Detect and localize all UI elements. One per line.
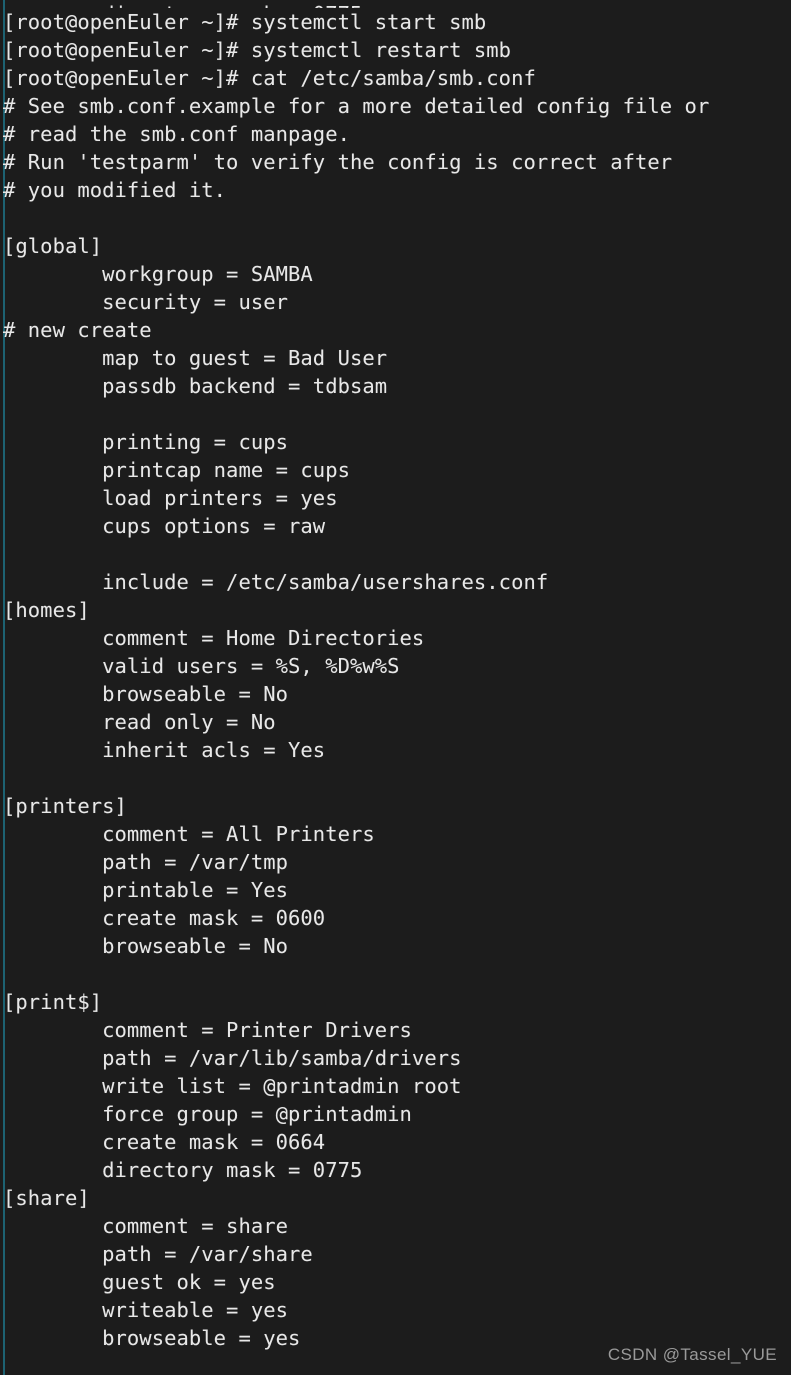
terminal-window[interactable]: directory mask = 0775 [root@openEuler ~]#… bbox=[0, 0, 791, 1375]
terminal-line-global-workgroup: workgroup = SAMBA bbox=[3, 262, 313, 286]
terminal-line-homes-browseable: browseable = No bbox=[3, 682, 289, 706]
terminal-line-share-path: path = /var/share bbox=[3, 1242, 313, 1266]
terminal-line-homes-inheritacls: inherit acls = Yes bbox=[3, 738, 326, 762]
terminal-line-global-security: security = user bbox=[3, 290, 289, 314]
terminal-line-global-include: include = /etc/samba/usershares.conf bbox=[3, 570, 549, 594]
terminal-line-cmd-cat-smbconf: [root@openEuler ~]# cat /etc/samba/smb.c… bbox=[3, 66, 536, 90]
terminal-line-blank-5 bbox=[0, 960, 791, 988]
terminal-line-print-path: path = /var/lib/samba/drivers bbox=[3, 1046, 462, 1070]
terminal-line-homes-comment: comment = Home Directories bbox=[3, 626, 425, 650]
terminal-line-printers-cmask: create mask = 0600 bbox=[3, 906, 326, 930]
terminal-line-global-printcap: printcap name = cups bbox=[3, 458, 350, 482]
terminal-line-printers-path: path = /var/tmp bbox=[3, 850, 289, 874]
terminal-line-share-writeable: writeable = yes bbox=[3, 1298, 289, 1322]
terminal-line-comment-new-create: # new create bbox=[3, 318, 152, 342]
terminal-line-comment-read: # read the smb.conf manpage. bbox=[3, 122, 350, 146]
terminal-line-print-writelist: write list = @printadmin root bbox=[3, 1074, 462, 1098]
csdn-watermark: CSDN @Tassel_YUE bbox=[607, 1345, 777, 1364]
terminal-line-printers-printable: printable = Yes bbox=[3, 878, 289, 902]
terminal-line-printers-comment: comment = All Printers bbox=[3, 822, 375, 846]
terminal-line-section-global: [global] bbox=[3, 234, 103, 258]
terminal-line-share-guestok: guest ok = yes bbox=[3, 1270, 276, 1294]
terminal-line-global-passdb: passdb backend = tdbsam bbox=[3, 374, 388, 398]
terminal-line-print-cmask: create mask = 0664 bbox=[3, 1130, 326, 1154]
terminal-line-print-comment: comment = Printer Drivers bbox=[3, 1018, 412, 1042]
terminal-scrollback[interactable]: directory mask = 0775 [root@openEuler ~]#… bbox=[0, 0, 791, 1352]
terminal-line-blank-1 bbox=[0, 204, 791, 232]
terminal-line-blank-3 bbox=[0, 540, 791, 568]
terminal-line-print-dmask: directory mask = 0775 bbox=[3, 1158, 363, 1182]
terminal-line-homes-validusers: valid users = %S, %D%w%S bbox=[3, 654, 400, 678]
terminal-line-printers-browseable: browseable = No bbox=[3, 934, 289, 958]
terminal-line-section-homes: [homes] bbox=[3, 598, 90, 622]
terminal-line-global-map-guest: map to guest = Bad User bbox=[3, 346, 388, 370]
terminal-line-homes-readonly: read only = No bbox=[3, 710, 276, 734]
terminal-line-share-comment: comment = share bbox=[3, 1214, 289, 1238]
terminal-line-comment-run: # Run 'testparm' to verify the config is… bbox=[3, 150, 673, 174]
terminal-line-section-printers: [printers] bbox=[3, 794, 127, 818]
terminal-line-cmd-start-smb: [root@openEuler ~]# systemctl start smb bbox=[3, 10, 487, 34]
terminal-line-print-forcegroup: force group = @printadmin bbox=[3, 1102, 412, 1126]
terminal-line-section-share: [share] bbox=[3, 1186, 90, 1210]
terminal-line-global-loadprint: load printers = yes bbox=[3, 486, 338, 510]
terminal-line-global-printing: printing = cups bbox=[3, 430, 289, 454]
terminal-line-section-printdollar: [print$] bbox=[3, 990, 103, 1014]
terminal-line-comment-you: # you modified it. bbox=[3, 178, 227, 202]
terminal-line-clipped-top: directory mask = 0775 bbox=[0, 0, 791, 8]
terminal-line-cmd-restart-smb: [root@openEuler ~]# systemctl restart sm… bbox=[3, 38, 512, 62]
terminal-line-global-cupsopts: cups options = raw bbox=[3, 514, 326, 538]
terminal-line-blank-2 bbox=[0, 400, 791, 428]
terminal-line-comment-see: # See smb.conf.example for a more detail… bbox=[3, 94, 710, 118]
terminal-line-blank-4 bbox=[0, 764, 791, 792]
